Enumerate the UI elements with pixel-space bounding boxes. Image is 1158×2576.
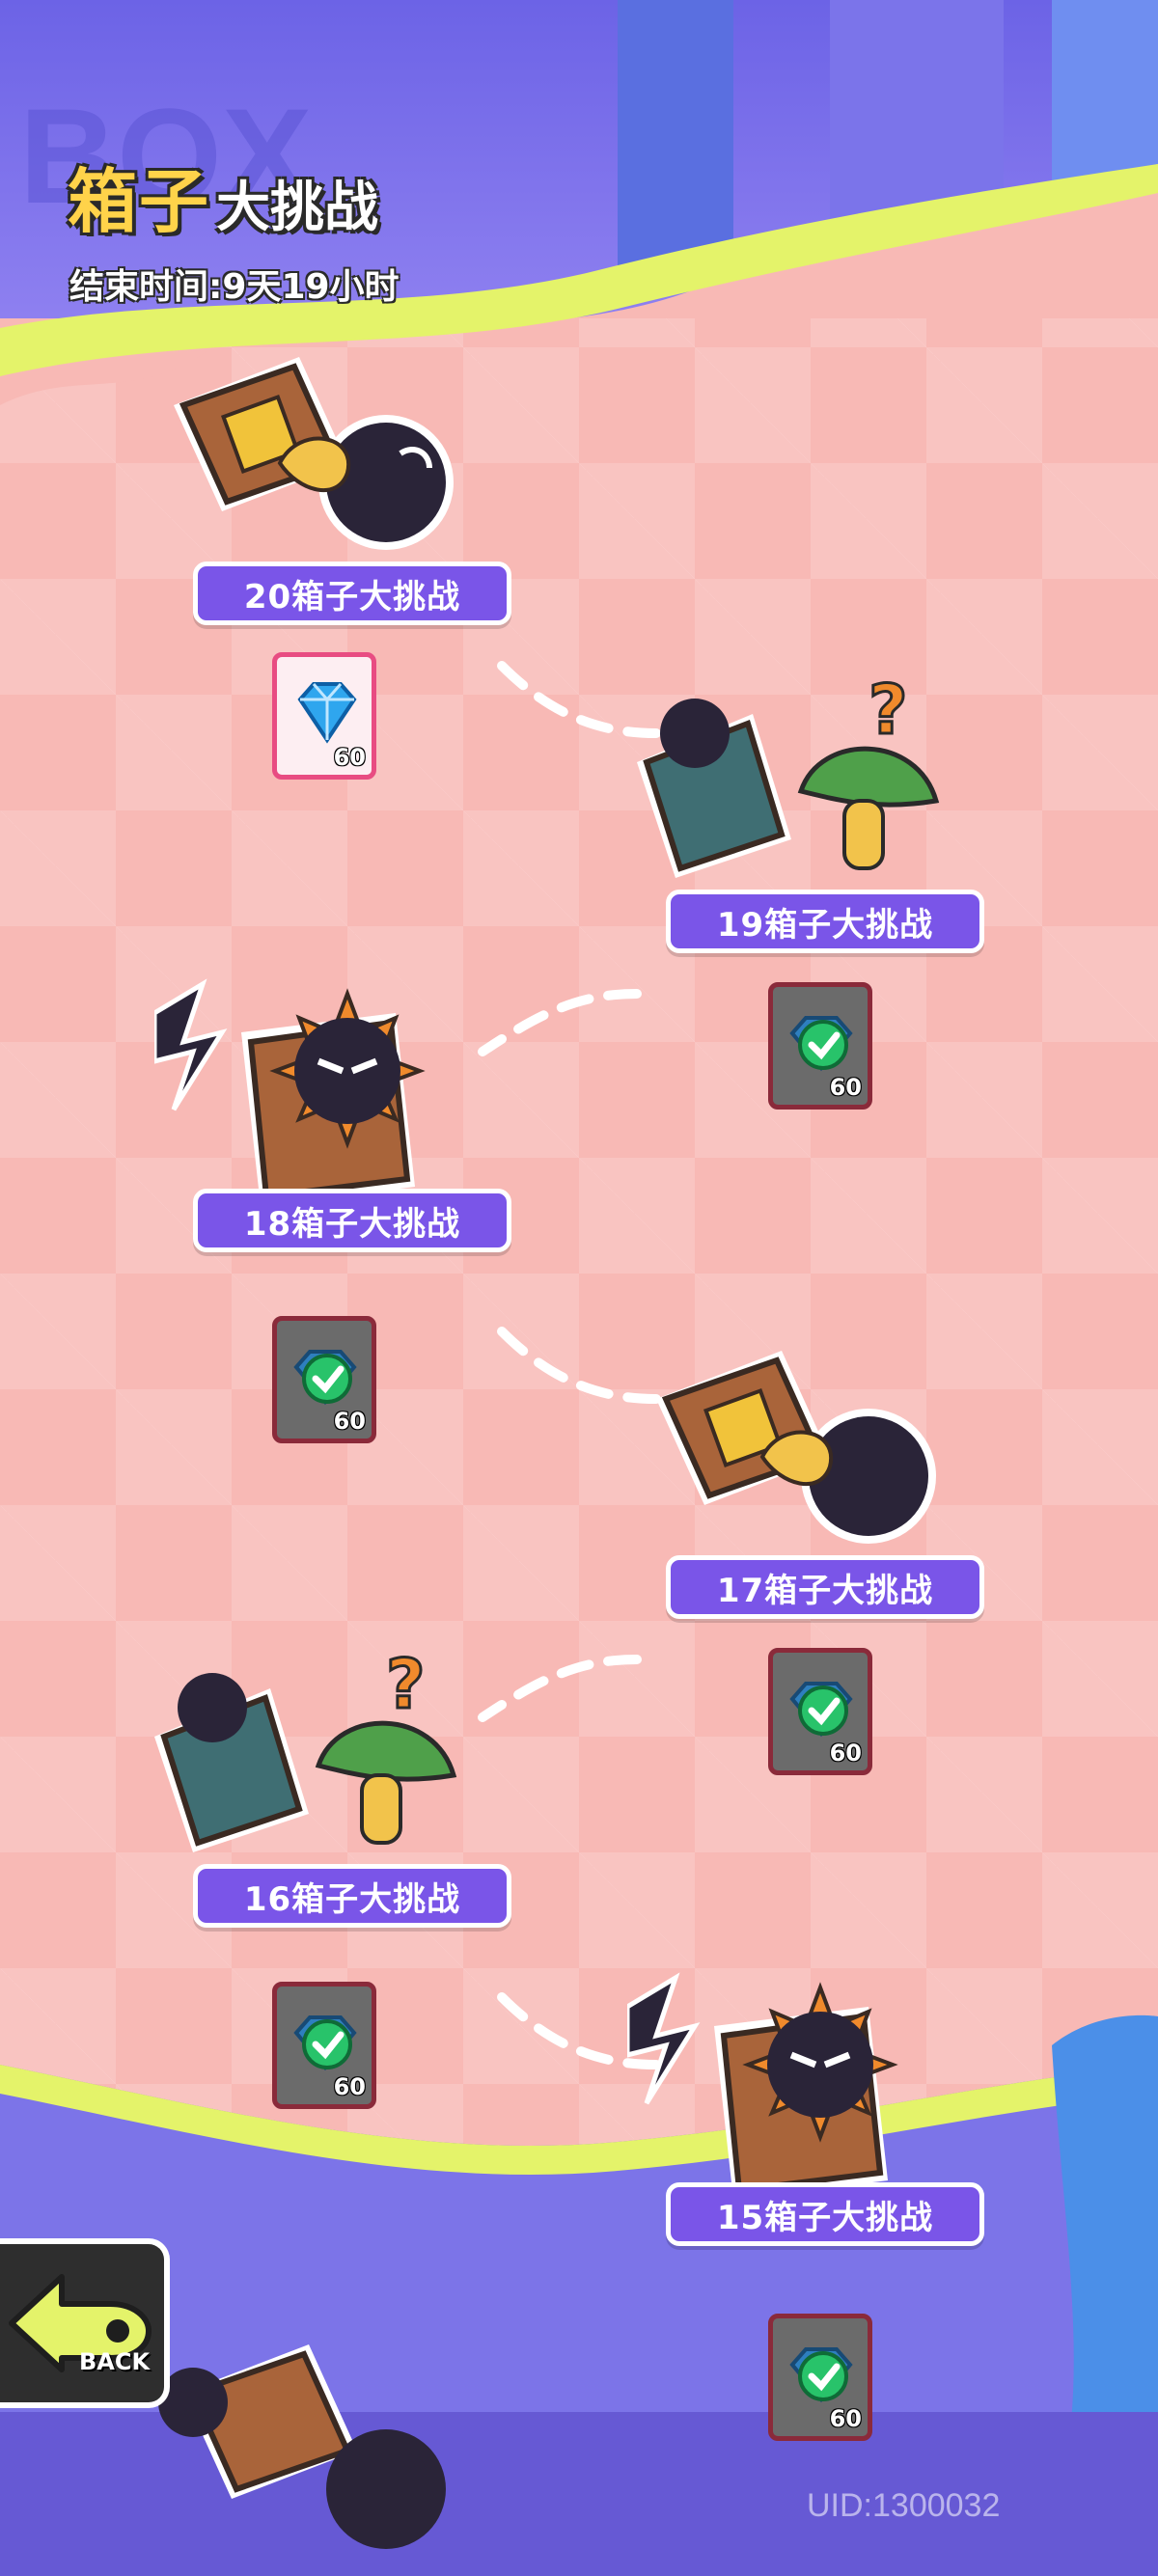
title-sub: 大挑战 [216, 177, 379, 239]
reward-slot-19[interactable]: 60 [768, 982, 872, 1110]
reward-count: 60 [333, 744, 366, 771]
reward-slot-17[interactable]: 60 [768, 1648, 872, 1775]
page-title: 箱子 大挑战 [68, 145, 378, 246]
back-button[interactable]: BACK [0, 2238, 170, 2408]
blue-diamond-icon [297, 682, 357, 744]
level-label: 20箱子大挑战 [193, 562, 511, 625]
level-node-19[interactable]: ? 19箱子大挑战 [627, 675, 984, 965]
reward-count: 60 [829, 1074, 862, 1101]
user-id: UID:1300032 [807, 2487, 1001, 2524]
svg-text:?: ? [868, 675, 908, 750]
reward-count: 60 [333, 1408, 366, 1435]
level-node-16[interactable]: ? 16箱子大挑战 [154, 1650, 511, 1939]
reward-count: 60 [829, 2405, 862, 2432]
event-end-time: 结束时间:9天19小时 [69, 267, 400, 307]
svg-text:?: ? [386, 1650, 426, 1724]
back-arrow-icon [9, 2274, 152, 2372]
level-node-14-partial [158, 2344, 446, 2549]
claimed-check-icon [789, 2347, 853, 2403]
reward-slot-20[interactable]: 60 [272, 652, 376, 780]
reward-count: 60 [829, 1740, 862, 1767]
back-label: BACK [79, 2348, 151, 2375]
level-label: 16箱子大挑战 [193, 1864, 511, 1928]
level-label: 18箱子大挑战 [193, 1189, 511, 1252]
reward-slot-18[interactable]: 60 [272, 1316, 376, 1443]
claimed-check-icon [789, 1016, 853, 1072]
level-node-20[interactable]: 20箱子大挑战 [154, 347, 511, 637]
claimed-check-icon [293, 1350, 357, 1406]
level-node-17[interactable]: 17箱子大挑战 [627, 1341, 984, 1631]
reward-slot-15[interactable]: 60 [768, 2314, 872, 2441]
level-label: 19箱子大挑战 [666, 890, 984, 953]
title-main: 箱子 [68, 161, 211, 242]
level-node-18[interactable]: 18箱子大挑战 [154, 974, 511, 1264]
level-label: 15箱子大挑战 [666, 2182, 984, 2246]
level-label: 17箱子大挑战 [666, 1555, 984, 1619]
level-node-15[interactable]: 15箱子大挑战 [627, 1968, 984, 2258]
claimed-check-icon [789, 1682, 853, 1738]
